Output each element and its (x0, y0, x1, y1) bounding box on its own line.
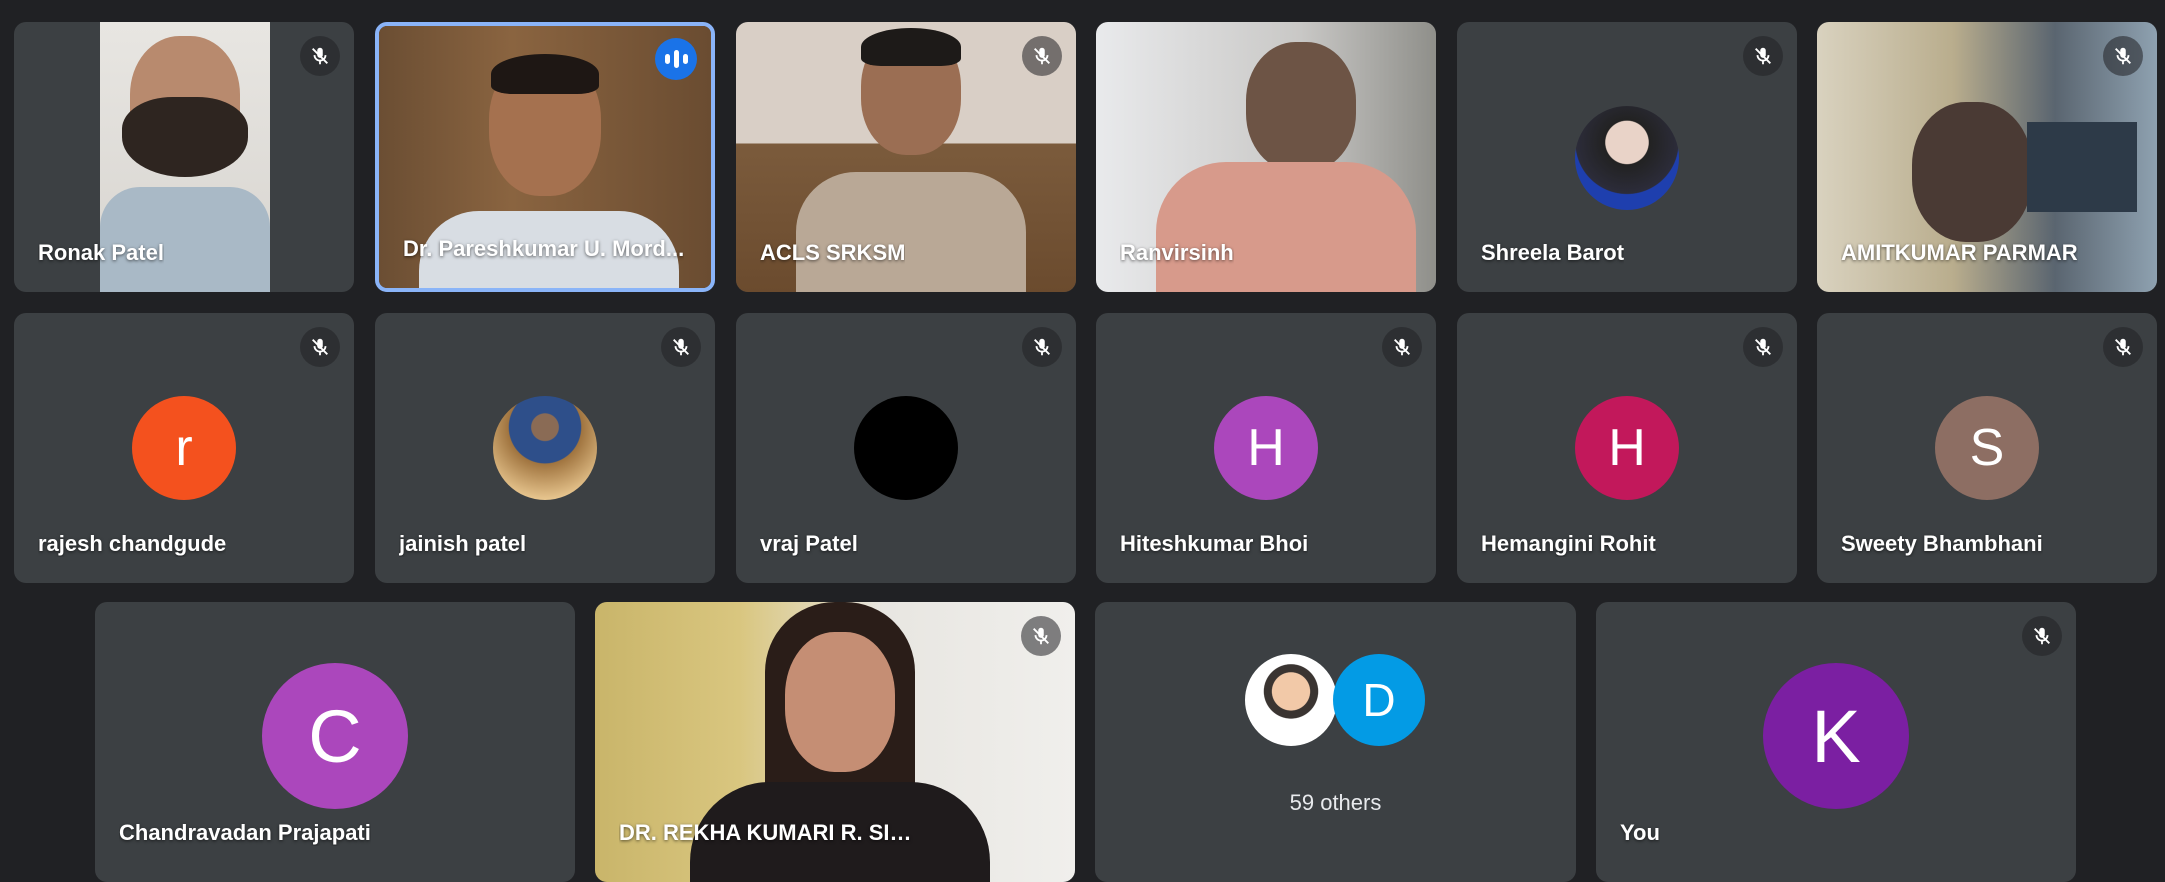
participant-name: Hiteshkumar Bhoi (1120, 531, 1309, 556)
participant-tile-hemangini[interactable]: H Hemangini Rohit (1457, 313, 1797, 583)
participant-tile-amit[interactable]: AMITKUMAR PARMAR (1817, 22, 2157, 292)
mic-off-icon (1743, 36, 1783, 76)
avatar-initial: H (1575, 396, 1679, 500)
participant-tile-rekha[interactable]: DR. REKHA KUMARI R. SINGH (595, 602, 1075, 882)
others-tile[interactable]: D 59 others (1095, 602, 1576, 882)
mic-off-icon (300, 36, 340, 76)
profile-photo (1245, 654, 1337, 746)
participant-name: Hemangini Rohit (1481, 531, 1656, 556)
participant-name: ACLS SRKSM (760, 240, 906, 265)
participant-tile-ranvir[interactable]: Ranvirsinh (1096, 22, 1436, 292)
participant-name: rajesh chandgude (38, 531, 227, 556)
profile-photo (1575, 106, 1679, 210)
mic-off-icon (1021, 616, 1061, 656)
profile-photo (493, 396, 597, 500)
mic-off-icon (300, 327, 340, 367)
participant-tile-vraj[interactable]: vraj Patel (736, 313, 1076, 583)
participant-name: You (1620, 820, 1660, 845)
mic-off-icon (661, 327, 701, 367)
participant-name: vraj Patel (760, 531, 858, 556)
avatar-initial: K (1763, 663, 1909, 809)
participant-tile-sweety[interactable]: S Sweety Bhambhani (1817, 313, 2157, 583)
participant-name: jainish patel (399, 531, 527, 556)
avatar-initial: C (262, 663, 408, 809)
participant-name: Ranvirsinh (1120, 240, 1234, 265)
mic-off-icon (2022, 616, 2062, 656)
mic-off-icon (1022, 36, 1062, 76)
audio-level-icon (655, 38, 697, 80)
participant-tile-chandravadan[interactable]: C Chandravadan Prajapati (95, 602, 575, 882)
profile-photo (854, 396, 958, 500)
participant-tile-acls[interactable]: ACLS SRKSM (736, 22, 1076, 292)
others-count: 59 others (1289, 790, 1382, 815)
participant-name: Ronak Patel (38, 240, 164, 265)
participant-tile-hitesh[interactable]: H Hiteshkumar Bhoi (1096, 313, 1436, 583)
participant-name: Sweety Bhambhani (1841, 531, 2043, 556)
avatar-initial: S (1935, 396, 2039, 500)
participant-tile-paresh[interactable]: Dr. Pareshkumar U. Mord... (375, 22, 715, 292)
participant-tile-ronak[interactable]: Ronak Patel (14, 22, 354, 292)
mic-off-icon (2103, 36, 2143, 76)
avatar-initial: H (1214, 396, 1318, 500)
participant-tile-shreela[interactable]: Shreela Barot (1457, 22, 1797, 292)
participant-name: Chandravadan Prajapati (119, 820, 371, 845)
mic-off-icon (2103, 327, 2143, 367)
participant-name: DR. REKHA KUMARI R. SINGH (619, 820, 919, 845)
participant-tile-rajesh[interactable]: r rajesh chandgude (14, 313, 354, 583)
avatar-initial: r (132, 396, 236, 500)
mic-off-icon (1382, 327, 1422, 367)
participant-tile-you[interactable]: K You (1596, 602, 2076, 882)
participant-name: Dr. Pareshkumar U. Mord... (403, 236, 685, 261)
participant-name: Shreela Barot (1481, 240, 1625, 265)
mic-off-icon (1743, 327, 1783, 367)
mic-off-icon (1022, 327, 1062, 367)
participant-name: AMITKUMAR PARMAR (1841, 240, 2078, 265)
avatar-initial: D (1333, 654, 1425, 746)
participant-tile-jainish[interactable]: jainish patel (375, 313, 715, 583)
